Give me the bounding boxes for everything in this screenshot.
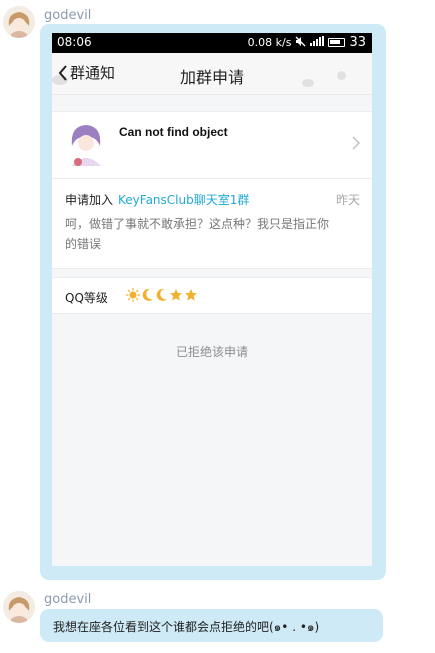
sender-avatar[interactable] [3, 591, 35, 623]
star-icon [185, 289, 197, 301]
page-title: 加群申请 [179, 68, 244, 87]
clock: 08:06 [57, 35, 92, 49]
chevron-right-icon [352, 134, 360, 155]
status-bar: 08:06 0.08 k/s 33 [52, 33, 372, 53]
screenshot-image[interactable]: 08:06 0.08 k/s 33 群通知 加群申请 Can not find … [52, 33, 372, 566]
moon-icon [156, 288, 167, 301]
avatar-image [3, 6, 35, 38]
request-line: 申请加入 KeyFansClub聊天室1群 [65, 191, 249, 208]
request-card: 申请加入 KeyFansClub聊天室1群 昨天 呵，做错了事就不敢承担？这点种？… [52, 179, 372, 269]
request-prefix: 申请加入 [65, 193, 114, 207]
signal-icon [310, 36, 325, 49]
sender-name: godevil [44, 592, 92, 607]
sender-avatar[interactable] [3, 6, 35, 38]
applicant-avatar [66, 120, 106, 168]
level-label: QQ等级 [65, 291, 108, 305]
sun-icon [126, 288, 140, 302]
moon-icon [142, 288, 153, 301]
level-icons [126, 288, 198, 302]
request-status: 已拒绝该申请 [175, 345, 248, 359]
group-link[interactable]: KeyFansClub聊天室1群 [118, 193, 249, 207]
mute-icon [295, 36, 306, 50]
network-speed: 0.08 k/s [247, 36, 292, 49]
battery-icon [328, 38, 346, 47]
applicant-name: Can not find object [119, 125, 228, 139]
title-bar: 群通知 加群申请 [52, 53, 372, 95]
request-message: 呵，做错了事就不敢承担？这点种？我只是指正你的错误 [65, 217, 330, 251]
message-text: 我想在座各位看到这个谁都会点拒绝的吧(๑• . •๑) [53, 620, 320, 634]
star-icon [170, 289, 182, 301]
text-message-bubble[interactable]: 我想在座各位看到这个谁都会点拒绝的吧(๑• . •๑) [40, 609, 383, 642]
qq-level-row: QQ等级 [52, 277, 372, 314]
applicant-card[interactable]: Can not find object [52, 111, 372, 179]
request-time: 昨天 [335, 193, 360, 207]
sender-name: godevil [44, 8, 92, 23]
battery-level: 33 [349, 35, 366, 50]
avatar-image [3, 591, 35, 623]
